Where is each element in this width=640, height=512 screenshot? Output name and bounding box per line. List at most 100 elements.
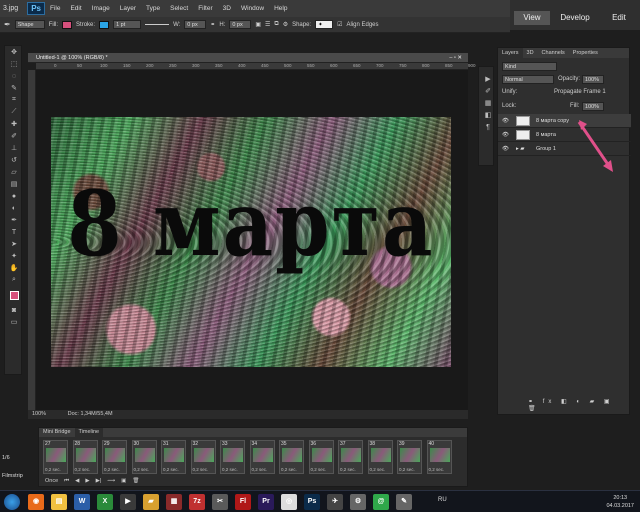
7z-icon[interactable]: 7z	[189, 494, 205, 510]
menu-layer[interactable]: Layer	[115, 5, 141, 12]
tab-channels[interactable]: Channels	[538, 48, 569, 58]
frame-delay[interactable]: 0,2 sec.	[222, 467, 238, 472]
shape-picker[interactable]: ✦	[315, 20, 334, 29]
first-frame-icon[interactable]: ⏮	[64, 478, 69, 485]
stroke-width-field[interactable]: 1 pt	[113, 20, 142, 29]
h-field[interactable]: 0 px	[229, 20, 252, 29]
timeline-frame[interactable]: 29 0,2 sec.	[102, 440, 127, 474]
workspace-develop[interactable]: Develop	[554, 11, 596, 25]
frame-delay[interactable]: 0,2 sec.	[252, 467, 268, 472]
fill-swatch[interactable]	[62, 20, 73, 29]
duplicate-frame-icon[interactable]: ▣	[121, 478, 126, 484]
frame-delay[interactable]: 0,2 sec.	[370, 467, 386, 472]
align-edges-checkbox[interactable]: ☑	[337, 21, 342, 28]
menu-filter[interactable]: Filter	[193, 5, 217, 12]
timeline-frame[interactable]: 34 0,2 sec.	[249, 440, 275, 474]
arrange-icon[interactable]: ⧉	[274, 21, 278, 28]
screen-mode-icon[interactable]: ▭	[5, 316, 23, 328]
frame-delay[interactable]: 0,2 sec.	[340, 467, 356, 472]
tween-icon[interactable]: ⟿	[107, 478, 115, 484]
icq-icon[interactable]: @	[373, 494, 389, 510]
zoom-level[interactable]: 100%	[32, 411, 46, 417]
window-controls[interactable]: – ▫ ✕	[449, 53, 462, 63]
artwork-image[interactable]: 8 марта	[51, 117, 451, 367]
stamp-icon[interactable]: ⊥	[5, 142, 23, 154]
tab-mini-bridge[interactable]: Mini Bridge	[39, 428, 75, 437]
layers-panel-icon[interactable]: ▦	[479, 97, 497, 109]
timeline-frame[interactable]: 31 0,2 sec.	[161, 440, 186, 474]
move-icon[interactable]: ✥	[5, 46, 23, 58]
tab-3d[interactable]: 3D	[523, 48, 538, 58]
tab-layers[interactable]: Layers	[498, 48, 523, 58]
pen-tool-icon[interactable]: ✒	[4, 20, 11, 29]
eye-icon[interactable]: 👁	[502, 114, 509, 128]
frame-delay[interactable]: 0,2 sec.	[75, 467, 91, 472]
timeline-frame[interactable]: 27 0,2 sec.	[43, 440, 68, 474]
healing-icon[interactable]: ✚	[5, 118, 23, 130]
brush-panel-icon[interactable]: ✐	[479, 85, 497, 97]
tools-icon[interactable]: ✂	[212, 494, 228, 510]
folder-icon[interactable]: ▸ ▰	[516, 142, 525, 156]
menu-3d[interactable]: 3D	[218, 5, 236, 12]
brush-icon[interactable]: ✐	[5, 130, 23, 142]
menu-window[interactable]: Window	[236, 5, 269, 12]
link-icon[interactable]: ⚭	[210, 21, 215, 28]
adjust-panel-icon[interactable]: ◧	[479, 109, 497, 121]
zoom-icon[interactable]: ⌕	[5, 274, 23, 286]
shape-icon[interactable]: ✦	[5, 250, 23, 262]
timeline-frame[interactable]: 39 0,2 sec.	[397, 440, 422, 474]
pen-icon[interactable]: ✒	[5, 214, 23, 226]
frame-delay[interactable]: 0,2 sec.	[399, 467, 415, 472]
workspace-view[interactable]: View	[514, 11, 550, 25]
clock[interactable]: 20:13 04.03.2017	[606, 494, 634, 510]
timeline-frame[interactable]: 28 0,2 sec.	[72, 440, 98, 474]
folder-icon[interactable]: ▰	[143, 494, 159, 510]
quick-mask-icon[interactable]: ◙	[5, 304, 23, 316]
dodge-icon[interactable]: ◐	[5, 202, 23, 214]
prev-frame-icon[interactable]: ◀	[75, 478, 79, 484]
media-icon[interactable]: ▶	[120, 494, 136, 510]
mode-select[interactable]: Shape	[14, 20, 45, 29]
frame-delay[interactable]: 0,2 sec.	[429, 467, 445, 472]
menu-select[interactable]: Select	[165, 5, 193, 12]
timeline-frame[interactable]: 37 0,2 sec.	[338, 440, 363, 474]
menu-edit[interactable]: Edit	[65, 5, 86, 12]
tab-properties[interactable]: Properties	[569, 48, 602, 58]
paragraph-icon[interactable]: ¶	[479, 121, 497, 133]
opacity-field[interactable]: 100%	[582, 75, 604, 84]
frame-delay[interactable]: 0,2 sec.	[134, 467, 150, 472]
color-swatches[interactable]	[5, 286, 23, 304]
premiere-icon[interactable]: Pr	[258, 494, 274, 510]
timeline-frame[interactable]: 35 0,2 sec.	[279, 440, 304, 474]
path-ops-icon[interactable]: ▣	[255, 21, 261, 28]
timeline-frame[interactable]: 36 0,2 sec.	[308, 440, 334, 474]
photoshop-icon[interactable]: Ps	[304, 494, 320, 510]
history-brush-icon[interactable]: ↺	[5, 154, 23, 166]
frame-delay[interactable]: 0,2 sec.	[311, 467, 327, 472]
workspace-edit[interactable]: Edit	[602, 11, 636, 25]
marquee-icon[interactable]: ⬚	[5, 58, 23, 70]
excel-icon[interactable]: X	[97, 494, 113, 510]
next-frame-icon[interactable]: ▶|	[96, 478, 102, 484]
tab-timeline[interactable]: Timeline	[74, 428, 104, 437]
blend-mode-select[interactable]: Normal	[502, 75, 554, 84]
menu-help[interactable]: Help	[269, 5, 292, 12]
propagate-frame-label[interactable]: Propagate Frame 1	[554, 89, 606, 95]
frame-delay[interactable]: 0,2 sec.	[104, 467, 120, 472]
menu-type[interactable]: Type	[141, 5, 165, 12]
crop-icon[interactable]: ⌗	[5, 94, 23, 106]
w-field[interactable]: 0 px	[184, 20, 207, 29]
frame-delay[interactable]: 0,2 sec.	[281, 467, 297, 472]
eye-icon[interactable]: 👁	[502, 142, 509, 156]
hand-icon[interactable]: ✋	[5, 262, 23, 274]
paint-icon[interactable]: ✎	[396, 494, 412, 510]
gear-icon[interactable]: ⚙	[283, 21, 288, 28]
bird-icon[interactable]: ✈	[327, 494, 343, 510]
settings-icon[interactable]: ⚙	[350, 494, 366, 510]
gradient-icon[interactable]: ▤	[5, 178, 23, 190]
lasso-icon[interactable]: ◌	[5, 70, 23, 82]
start-button[interactable]	[4, 494, 20, 510]
timeline-frame[interactable]: 30 0,2 sec.	[131, 440, 157, 474]
kind-filter[interactable]: Kind	[502, 62, 557, 71]
timeline-frame[interactable]: 38 0,2 sec.	[367, 440, 393, 474]
